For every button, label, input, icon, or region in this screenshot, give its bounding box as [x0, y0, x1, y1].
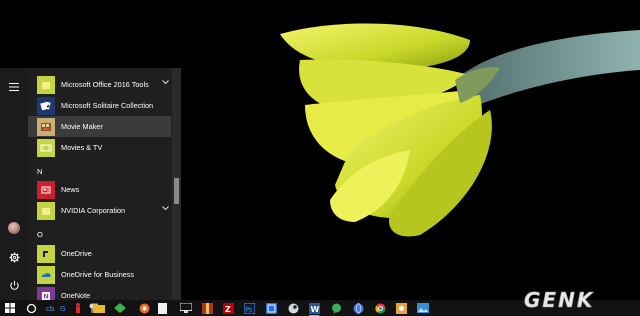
- user-avatar: [8, 222, 20, 234]
- svg-text:cb: cb: [46, 305, 55, 313]
- taskbar-app-chrome[interactable]: [372, 300, 388, 316]
- app-label: News: [61, 185, 80, 194]
- app-item-onedrive-for-business[interactable]: OneDrive for Business: [28, 264, 171, 285]
- movie-maker-icon: [37, 117, 55, 136]
- taskbar-app-blank-doc[interactable]: [154, 300, 170, 316]
- taskbar-app-word[interactable]: W: [306, 300, 322, 316]
- letter-header-o[interactable]: O: [37, 227, 77, 241]
- monitor-icon: [180, 303, 192, 313]
- app-item-movies-tv[interactable]: Movies & TV: [28, 137, 171, 158]
- expand-menu-button[interactable]: [0, 76, 28, 98]
- settings-app-icon: [265, 302, 277, 314]
- news-icon: [37, 180, 55, 199]
- taskbar-app-globe[interactable]: [350, 300, 366, 316]
- cdn-app-icon: cb: [46, 305, 55, 313]
- taskbar-app-folder[interactable]: [91, 300, 107, 316]
- app-label: Microsoft Office 2016 Tools: [61, 80, 149, 89]
- steam-icon: [288, 303, 298, 313]
- folder-tile-icon: [37, 75, 55, 94]
- app-item-onenote[interactable]: N OneNote: [28, 285, 171, 300]
- filezilla-icon: Z: [222, 302, 234, 314]
- zip-icon: [201, 302, 213, 314]
- app-label: NVIDIA Corporation: [61, 206, 126, 215]
- folder-icon: [93, 303, 105, 313]
- taskbar-app-settings[interactable]: [263, 300, 279, 316]
- taskbar-app-steam[interactable]: [285, 300, 301, 316]
- edge-app-icon: [139, 303, 149, 313]
- photo-viewer-icon: [417, 303, 429, 313]
- chrome-icon: [374, 303, 385, 313]
- cortana-search-icon: [26, 303, 36, 313]
- app-label: OneNote: [61, 291, 91, 300]
- taskbar-app-photoshop[interactable]: Ps: [241, 300, 257, 316]
- movies-tv-icon: [37, 138, 55, 157]
- all-apps-list: Microsoft Office 2016 Tools ♠ Microsoft …: [28, 68, 171, 300]
- photoshop-icon: Ps: [243, 302, 255, 314]
- svg-text:GENK: GENK: [524, 289, 594, 311]
- start-button[interactable]: [2, 300, 18, 316]
- app-label: Movie Maker: [61, 122, 103, 131]
- letter-header-n[interactable]: N: [37, 164, 77, 178]
- start-menu-rail: [0, 68, 28, 300]
- taskbar-app-edge[interactable]: [136, 300, 152, 316]
- onedrive-business-icon: [37, 265, 55, 284]
- green-app-icon: [114, 303, 126, 313]
- globe-icon: [353, 302, 363, 314]
- app-list-scrollbar[interactable]: [172, 68, 181, 300]
- app-label: Microsoft Solitaire Collection: [61, 101, 154, 110]
- taskbar-app-filezilla[interactable]: Z: [220, 300, 236, 316]
- blank-doc-icon: [157, 302, 167, 314]
- app-item-microsoft-office-2016-tools[interactable]: Microsoft Office 2016 Tools: [28, 74, 171, 95]
- folder-tile-icon: [37, 201, 55, 220]
- taskbar-app-chat[interactable]: [328, 300, 344, 316]
- taskbar-app-monitor[interactable]: [178, 300, 194, 316]
- svg-text:Z: Z: [225, 305, 231, 314]
- app-item-microsoft-solitaire-collection[interactable]: ♠ Microsoft Solitaire Collection: [28, 95, 171, 116]
- settings-button[interactable]: [0, 246, 28, 268]
- taskbar-app-zip[interactable]: [199, 300, 215, 316]
- scrollbar-thumb[interactable]: [174, 178, 179, 204]
- power-button[interactable]: [0, 274, 28, 296]
- app-label: OneDrive: [61, 249, 92, 258]
- word-icon: W: [308, 302, 320, 314]
- power-icon: [9, 280, 19, 290]
- onedrive-icon: [37, 244, 55, 263]
- taskbar-app-photo-viewer[interactable]: [415, 300, 431, 316]
- app-item-onedrive[interactable]: OneDrive: [28, 243, 171, 264]
- chat-icon: [331, 303, 341, 314]
- red-figure-icon: [76, 303, 80, 313]
- taskbar-app-paint[interactable]: [393, 300, 409, 316]
- app-item-nvidia-corporation[interactable]: NVIDIA Corporation: [28, 200, 171, 221]
- svg-text:W: W: [310, 305, 319, 314]
- solitaire-icon: ♠: [37, 96, 55, 115]
- app-label: OneDrive for Business: [61, 270, 134, 279]
- start-menu: Microsoft Office 2016 Tools ♠ Microsoft …: [0, 68, 181, 300]
- genk-watermark-logo: GENK: [524, 289, 594, 311]
- hamburger-icon: [9, 83, 19, 91]
- chevron-down-icon[interactable]: [162, 80, 169, 85]
- onenote-icon: N: [37, 286, 55, 300]
- app-item-movie-maker[interactable]: Movie Maker: [28, 116, 171, 137]
- svg-text:G: G: [60, 305, 65, 313]
- app-label: Movies & TV: [61, 143, 103, 152]
- gear-icon: [8, 251, 20, 263]
- svg-text:Ps: Ps: [245, 306, 252, 313]
- chevron-down-icon[interactable]: [162, 206, 169, 211]
- taskbar-app-green[interactable]: [112, 300, 128, 316]
- app-item-news[interactable]: News: [28, 179, 171, 200]
- svg-text:N: N: [43, 292, 48, 300]
- windows-start-icon: [5, 303, 15, 313]
- cortana-search-button[interactable]: [23, 300, 39, 316]
- user-account-button[interactable]: [0, 217, 28, 239]
- paint-icon: [395, 302, 407, 314]
- svg-text:♠: ♠: [46, 104, 50, 110]
